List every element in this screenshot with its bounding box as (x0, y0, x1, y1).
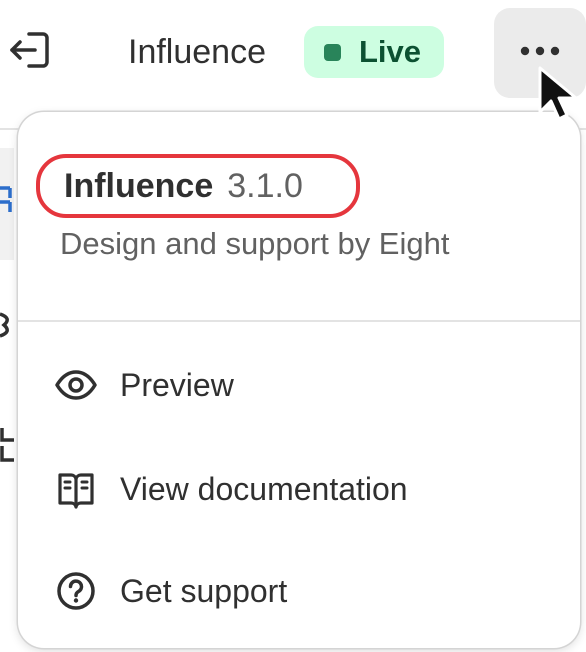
exit-icon (7, 30, 51, 75)
background-sidebar-icon (0, 310, 16, 345)
menu-item-view-documentation[interactable]: View documentation (54, 454, 544, 524)
background-sidebar-icon (0, 426, 16, 467)
menu-item-label: Preview (120, 366, 234, 403)
book-icon (54, 467, 98, 511)
status-badge-label: Live (359, 34, 422, 69)
exit-button[interactable] (4, 30, 54, 74)
theme-version-highlight: Influence 3.1.0 (36, 154, 360, 218)
popover-theme-name: Influence (64, 166, 214, 205)
status-badge: Live (304, 26, 444, 78)
mouse-cursor-icon (536, 66, 582, 124)
more-horizontal-icon (519, 44, 561, 62)
menu-item-label: Get support (120, 572, 288, 609)
popover-divider (18, 320, 580, 322)
question-circle-icon (54, 569, 98, 613)
status-dot (324, 43, 341, 61)
theme-editor-topbar: Influence Live (0, 0, 586, 108)
menu-item-preview[interactable]: Preview (54, 350, 544, 420)
theme-info-popover: Influence 3.1.0 Design and support by Ei… (18, 112, 580, 648)
background-sidebar-icon (0, 184, 16, 221)
eye-icon (54, 363, 98, 407)
menu-item-get-support[interactable]: Get support (54, 556, 544, 626)
theme-name: Influence (128, 33, 266, 71)
menu-item-label: View documentation (120, 470, 408, 507)
theme-credit: Design and support by Eight (60, 226, 450, 261)
theme-version: 3.1.0 (227, 166, 303, 205)
